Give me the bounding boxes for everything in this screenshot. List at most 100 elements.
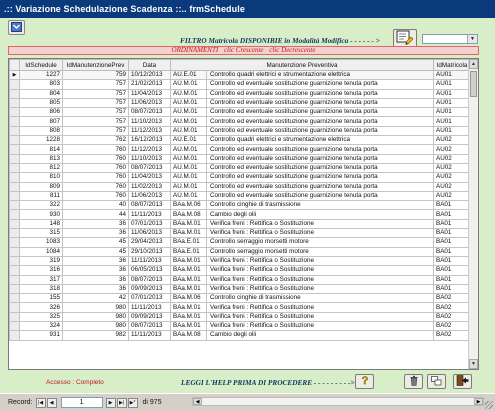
cell-data[interactable]: 11/11/2013 [128,302,171,313]
cell-data[interactable]: 29/10/2013 [128,246,171,257]
cell-idmatricola[interactable]: BA01 [433,209,471,220]
cell-idmatricola[interactable]: AU02 [433,181,471,192]
row-selector[interactable] [9,125,20,137]
cell-code[interactable]: BAa.M.01 [170,283,207,295]
cell-data[interactable]: 08/07/2013 [128,162,171,174]
dropdown-arrow-icon[interactable]: ▼ [467,35,477,43]
cell-data[interactable]: 11/06/2013 [128,97,171,109]
table-row[interactable]: 315 36 11/06/2013 BAa.M.01 Verifica freni : … [9,228,471,239]
scroll-down-icon[interactable]: ▼ [469,359,478,369]
cell-idschedule[interactable]: 317 [19,274,63,285]
cell-idschedule[interactable]: 930 [19,209,63,220]
cell-idschedule[interactable]: 319 [19,255,63,267]
cell-idmatricola[interactable]: BA01 [433,200,471,211]
cell-description[interactable]: Controllo serraggio morsetti motore [206,237,434,248]
cell-idmatricola[interactable]: BA01 [433,228,471,239]
cell-idmanutenzioneprev[interactable]: 36 [62,283,129,295]
cell-description[interactable]: Controllo ed eventuale sostituzione guar… [206,162,434,174]
table-row[interactable]: 316 36 06/05/2013 BAa.M.01 Verifica freni : … [9,265,471,276]
cell-idschedule[interactable]: 814 [19,144,63,155]
table-row[interactable]: 148 36 07/01/2013 BAa.M.01 Verifica freni : … [9,218,471,230]
table-row[interactable]: 930 44 11/11/2013 BAa.M.08 Cambio degli olii… [9,209,471,220]
cell-description[interactable]: Controllo ed eventuale sostituzione guar… [206,107,434,118]
matricola-filter-combo[interactable]: ▼ [422,34,478,44]
cell-description[interactable]: Controllo ed eventuale sostituzione guar… [206,190,434,202]
cell-description[interactable]: Verifica freni : Rettifica o Sostituzion… [206,320,434,332]
cell-idmatricola[interactable]: BA02 [433,320,471,332]
cell-description[interactable]: Controllo serraggio morsetti motore [206,246,434,257]
row-selector[interactable] [9,79,20,90]
cell-idmatricola[interactable]: AU01 [433,88,471,99]
cell-data[interactable]: 10/12/2013 [128,69,171,81]
cell-idmatricola[interactable]: BA01 [433,255,471,267]
cell-idmanutenzioneprev[interactable]: 42 [62,293,129,304]
cell-idmanutenzioneprev[interactable]: 762 [62,135,129,146]
row-selector[interactable] [9,135,20,146]
table-row[interactable]: 325 980 09/09/2013 BAa.M.01 Verifica freni :… [9,311,471,323]
cell-idmatricola[interactable]: AU02 [433,153,471,164]
cell-code[interactable]: AU.M.01 [170,162,207,174]
row-selector[interactable] [9,209,20,220]
row-selector[interactable] [9,246,20,257]
cell-description[interactable]: Verifica freni : Rettifica o Sostituzion… [206,311,434,323]
cell-data[interactable]: 11/10/2013 [128,153,171,164]
cell-data[interactable]: 11/06/2013 [128,228,171,239]
cell-idmatricola[interactable]: AU01 [433,69,471,81]
cell-idmanutenzioneprev[interactable]: 980 [62,302,129,313]
cell-idmanutenzioneprev[interactable]: 36 [62,274,129,285]
cell-idschedule[interactable]: 1228 [19,135,63,146]
row-selector[interactable] [9,162,20,174]
scroll-right-icon[interactable]: ▶ [474,398,483,405]
cell-code[interactable]: BAa.M.06 [170,200,207,211]
row-selector[interactable] [9,88,20,99]
cell-idmanutenzioneprev[interactable]: 760 [62,153,129,164]
prev-record-icon[interactable]: ◀ [46,397,57,408]
cell-idmanutenzioneprev[interactable]: 45 [62,246,129,257]
cell-idmanutenzioneprev[interactable]: 757 [62,125,129,137]
cell-idschedule[interactable]: 316 [19,265,63,276]
cell-idmanutenzioneprev[interactable]: 982 [62,330,129,341]
cell-idschedule[interactable]: 155 [19,293,63,304]
cell-idschedule[interactable]: 1227 [19,69,63,81]
cell-data[interactable]: 11/11/2013 [128,330,171,341]
cell-data[interactable]: 07/01/2013 [128,218,171,230]
cell-data[interactable]: 11/02/2013 [128,181,171,192]
cell-data[interactable]: 29/04/2013 [128,237,171,248]
cell-data[interactable]: 08/07/2013 [128,320,171,332]
cell-idmatricola[interactable]: AU01 [433,116,471,127]
cell-idschedule[interactable]: 148 [19,218,63,230]
cell-code[interactable]: AU.M.01 [170,190,207,202]
cell-data[interactable]: 11/04/2013 [128,88,171,99]
cell-description[interactable]: Verifica freni : Rettifica o Sostituzion… [206,274,434,285]
cell-description[interactable]: Controllo ed eventuale sostituzione guar… [206,181,434,192]
cell-code[interactable]: BAa.E.01 [170,246,207,257]
cell-code[interactable]: BAa.E.01 [170,237,207,248]
cell-description[interactable]: Verifica freni : Rettifica o Sostituzion… [206,228,434,239]
cell-description[interactable]: Verifica freni : Rettifica o Sostituzion… [206,218,434,230]
cell-idmatricola[interactable]: AU01 [433,79,471,90]
current-record-input[interactable]: 1 [60,397,103,408]
cell-idmanutenzioneprev[interactable]: 760 [62,181,129,192]
cell-data[interactable]: 07/01/2013 [128,293,171,304]
table-row[interactable]: 326 980 11/11/2013 BAa.M.01 Verifica freni :… [9,302,471,313]
cell-idmatricola[interactable]: BA02 [433,302,471,313]
cell-description[interactable]: Verifica freni : Rettifica o Sostituzion… [206,302,434,313]
table-row[interactable]: 811 760 11/06/2013 AU.M.01 Controllo ed even… [9,190,471,202]
col-header-idmanutenzioneprev[interactable]: IdManutenzionePrev [62,59,129,71]
row-selector[interactable] [9,190,20,202]
table-row[interactable]: 318 36 09/09/2013 BAa.M.01 Verifica freni : … [9,283,471,295]
cell-idmatricola[interactable]: BA01 [433,265,471,276]
row-selector[interactable] [9,293,20,304]
cell-data[interactable]: 06/05/2013 [128,265,171,276]
table-row[interactable]: 1084 45 29/10/2013 BAa.E.01 Controllo serrag… [9,246,471,257]
cell-idmanutenzioneprev[interactable]: 36 [62,218,129,230]
col-header-idmatricola[interactable]: IdMatricola [433,59,471,71]
col-header-idschedule[interactable]: IdSchedule [19,59,63,71]
table-row[interactable]: 808 757 11/12/2013 AU.M.01 Controllo ed even… [9,125,471,137]
row-selector[interactable] [9,255,20,267]
row-selector[interactable] [9,265,20,276]
cell-code[interactable]: AU.M.01 [170,116,207,127]
cell-idmanutenzioneprev[interactable]: 980 [62,311,129,323]
cell-code[interactable]: AU.M.01 [170,144,207,155]
cell-idmanutenzioneprev[interactable]: 44 [62,209,129,220]
